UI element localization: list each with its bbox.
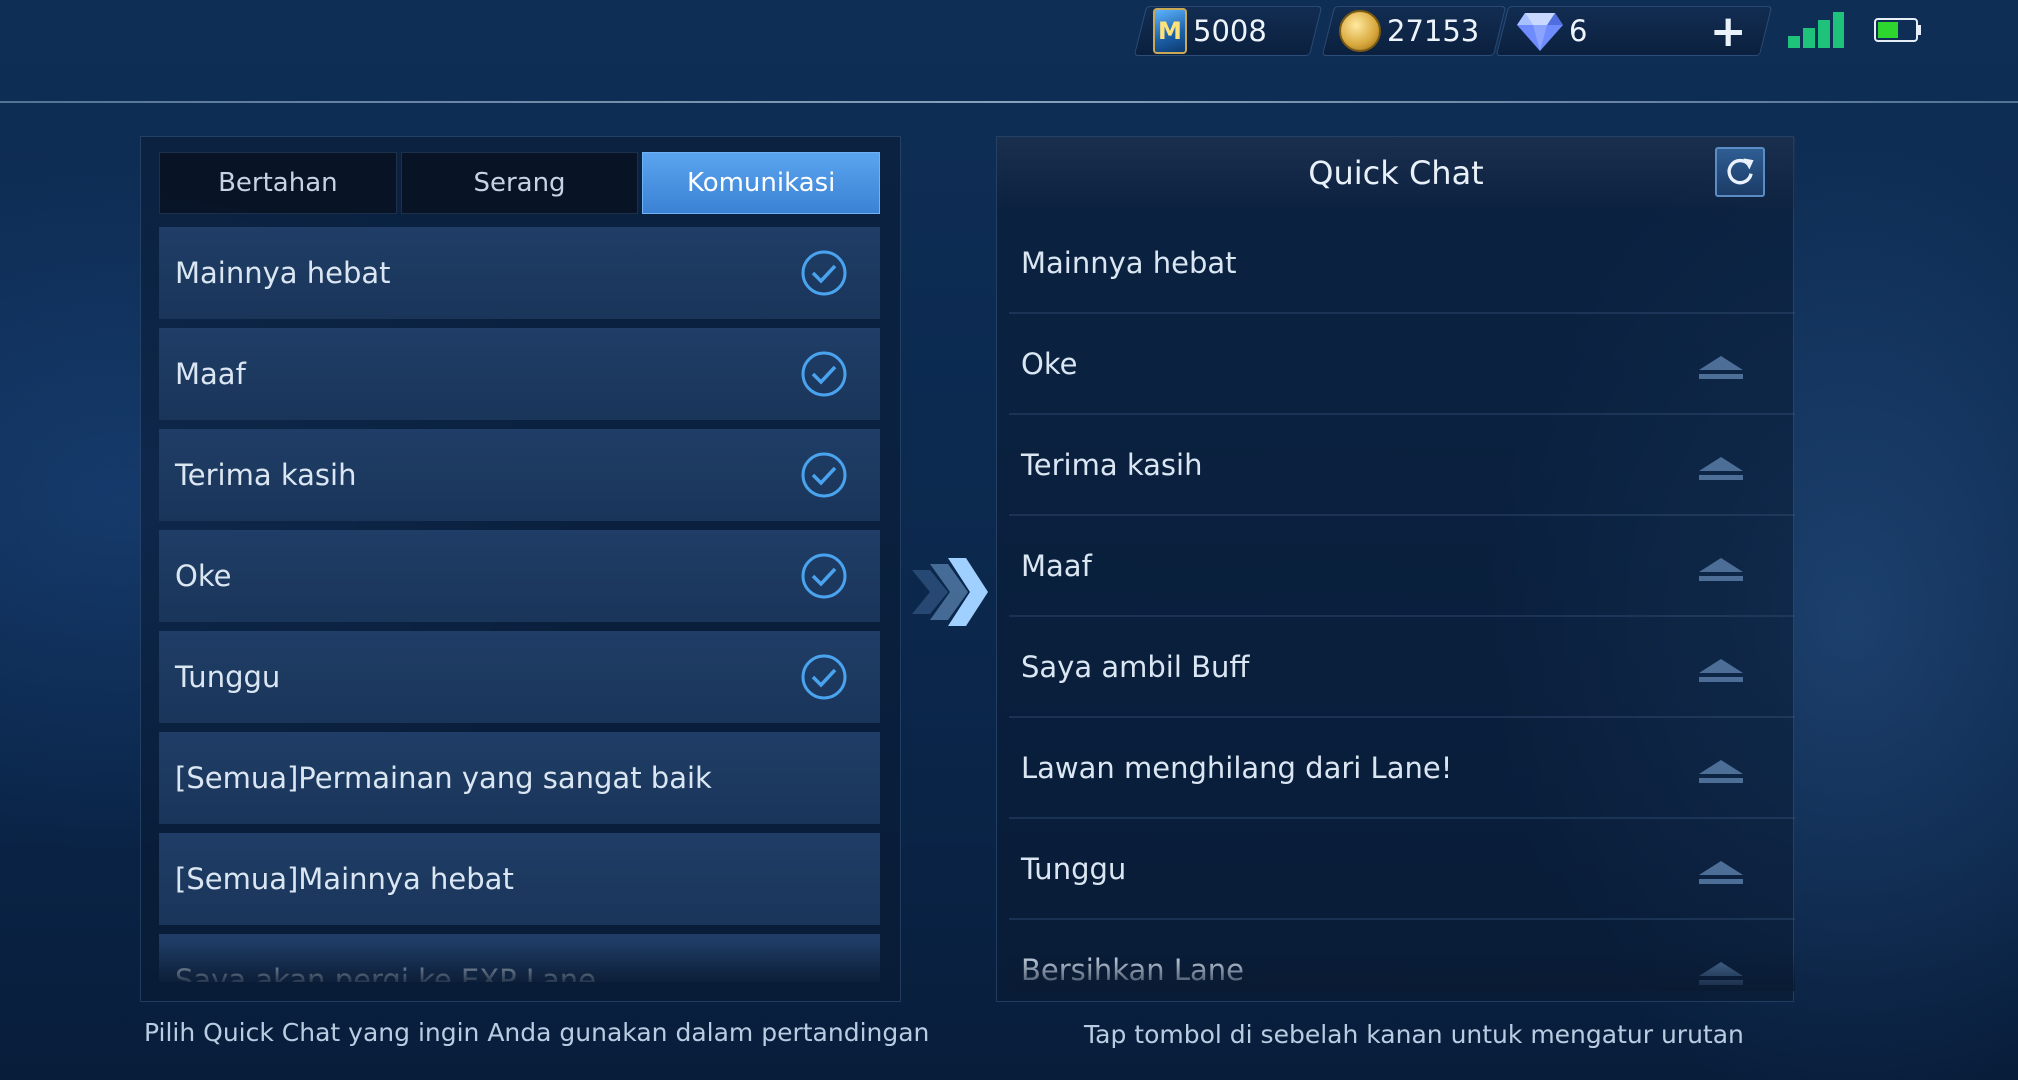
move-up-icon[interactable] — [1695, 352, 1747, 384]
option-list[interactable]: Mainnya hebat Maaf Terima kasih Oke Tunggu [S… — [159, 227, 880, 982]
signal-icon — [1788, 12, 1844, 48]
refresh-button[interactable] — [1715, 147, 1765, 197]
quick-chat-title: Quick Chat — [1308, 154, 1484, 192]
diamond-currency[interactable]: 6 + — [1495, 6, 1773, 57]
quick-chat-panel: Quick Chat Mainnya hebat Oke Terima kasih M… — [996, 136, 1795, 1002]
quick-chat-item: Bersihkan Lane — [1009, 920, 1795, 991]
check-icon — [801, 654, 847, 700]
gold-coin-icon — [1339, 10, 1381, 52]
tab-serang[interactable]: Serang — [400, 152, 639, 214]
ticket-icon: M — [1153, 8, 1187, 54]
refresh-icon — [1727, 158, 1754, 185]
option-label: [Semua]Mainnya hebat — [175, 862, 514, 896]
move-up-icon[interactable] — [1695, 655, 1747, 687]
gold-currency[interactable]: 27153 — [1321, 6, 1507, 56]
option-item[interactable]: Mainnya hebat — [159, 227, 880, 319]
move-up-icon[interactable] — [1695, 857, 1747, 889]
check-icon — [801, 250, 847, 296]
option-item[interactable]: Saya akan pergi ke EXP Lane — [159, 934, 880, 982]
option-item[interactable]: Terima kasih — [159, 429, 880, 521]
battery-icon — [1874, 18, 1921, 42]
option-label: Tunggu — [175, 660, 281, 694]
quick-chat-label: Bersihkan Lane — [1021, 952, 1245, 987]
move-up-icon[interactable] — [1695, 958, 1747, 990]
quick-chat-item: Oke — [1009, 314, 1795, 415]
quick-chat-label: Tunggu — [1021, 851, 1127, 886]
option-label: Saya akan pergi ke EXP Lane — [175, 963, 596, 982]
quick-chat-label: Saya ambil Buff — [1021, 649, 1250, 684]
right-hint-text: Tap tombol di sebelah kanan untuk mengat… — [1084, 1020, 1744, 1049]
option-item[interactable]: [Semua]Mainnya hebat — [159, 833, 880, 925]
option-label: Terima kasih — [175, 458, 357, 492]
move-up-icon[interactable] — [1695, 554, 1747, 586]
plus-icon[interactable]: + — [1710, 6, 1747, 57]
ticket-amount: 5008 — [1193, 14, 1267, 48]
move-up-icon[interactable] — [1695, 756, 1747, 788]
top-bar: M 5008 27153 6 + — [0, 0, 2018, 100]
top-divider — [0, 101, 2018, 103]
check-icon — [801, 452, 847, 498]
left-hint-text: Pilih Quick Chat yang ingin Anda gunakan… — [144, 1018, 930, 1047]
category-tabs: Bertahan Serang Komunikasi — [159, 152, 881, 214]
tab-komunikasi[interactable]: Komunikasi — [642, 152, 881, 214]
quick-chat-item: Maaf — [1009, 516, 1795, 617]
ticket-currency[interactable]: M 5008 — [1133, 6, 1323, 56]
option-item[interactable]: Tunggu — [159, 631, 880, 723]
quick-chat-list[interactable]: Mainnya hebat Oke Terima kasih Maaf Saya amb… — [1009, 213, 1795, 991]
check-icon — [801, 553, 847, 599]
quick-chat-label: Oke — [1021, 346, 1078, 381]
option-item[interactable]: Maaf — [159, 328, 880, 420]
option-panel: Bertahan Serang Komunikasi Mainnya hebat… — [140, 136, 901, 1002]
quick-chat-label: Lawan menghilang dari Lane! — [1021, 750, 1453, 785]
option-label: Oke — [175, 559, 232, 593]
option-item[interactable]: Oke — [159, 530, 880, 622]
chevron-right-icon — [912, 558, 988, 626]
quick-chat-label: Maaf — [1021, 548, 1092, 583]
quick-chat-label: Mainnya hebat — [1021, 245, 1237, 280]
diamond-amount: 6 — [1569, 14, 1588, 48]
option-label: Mainnya hebat — [175, 256, 391, 290]
quick-chat-label: Terima kasih — [1021, 447, 1203, 482]
quick-chat-header: Quick Chat — [997, 137, 1795, 209]
gold-amount: 27153 — [1387, 14, 1480, 48]
quick-chat-item: Saya ambil Buff — [1009, 617, 1795, 718]
move-up-icon[interactable] — [1695, 453, 1747, 485]
quick-chat-item: Terima kasih — [1009, 415, 1795, 516]
tab-bertahan[interactable]: Bertahan — [159, 152, 397, 214]
quick-chat-item: Lawan menghilang dari Lane! — [1009, 718, 1795, 819]
diamond-icon — [1517, 13, 1563, 51]
quick-chat-item: Tunggu — [1009, 819, 1795, 920]
quick-chat-item: Mainnya hebat — [1009, 213, 1795, 314]
option-item[interactable]: [Semua]Permainan yang sangat baik — [159, 732, 880, 824]
check-icon — [801, 351, 847, 397]
option-label: [Semua]Permainan yang sangat baik — [175, 761, 712, 795]
option-label: Maaf — [175, 357, 246, 391]
